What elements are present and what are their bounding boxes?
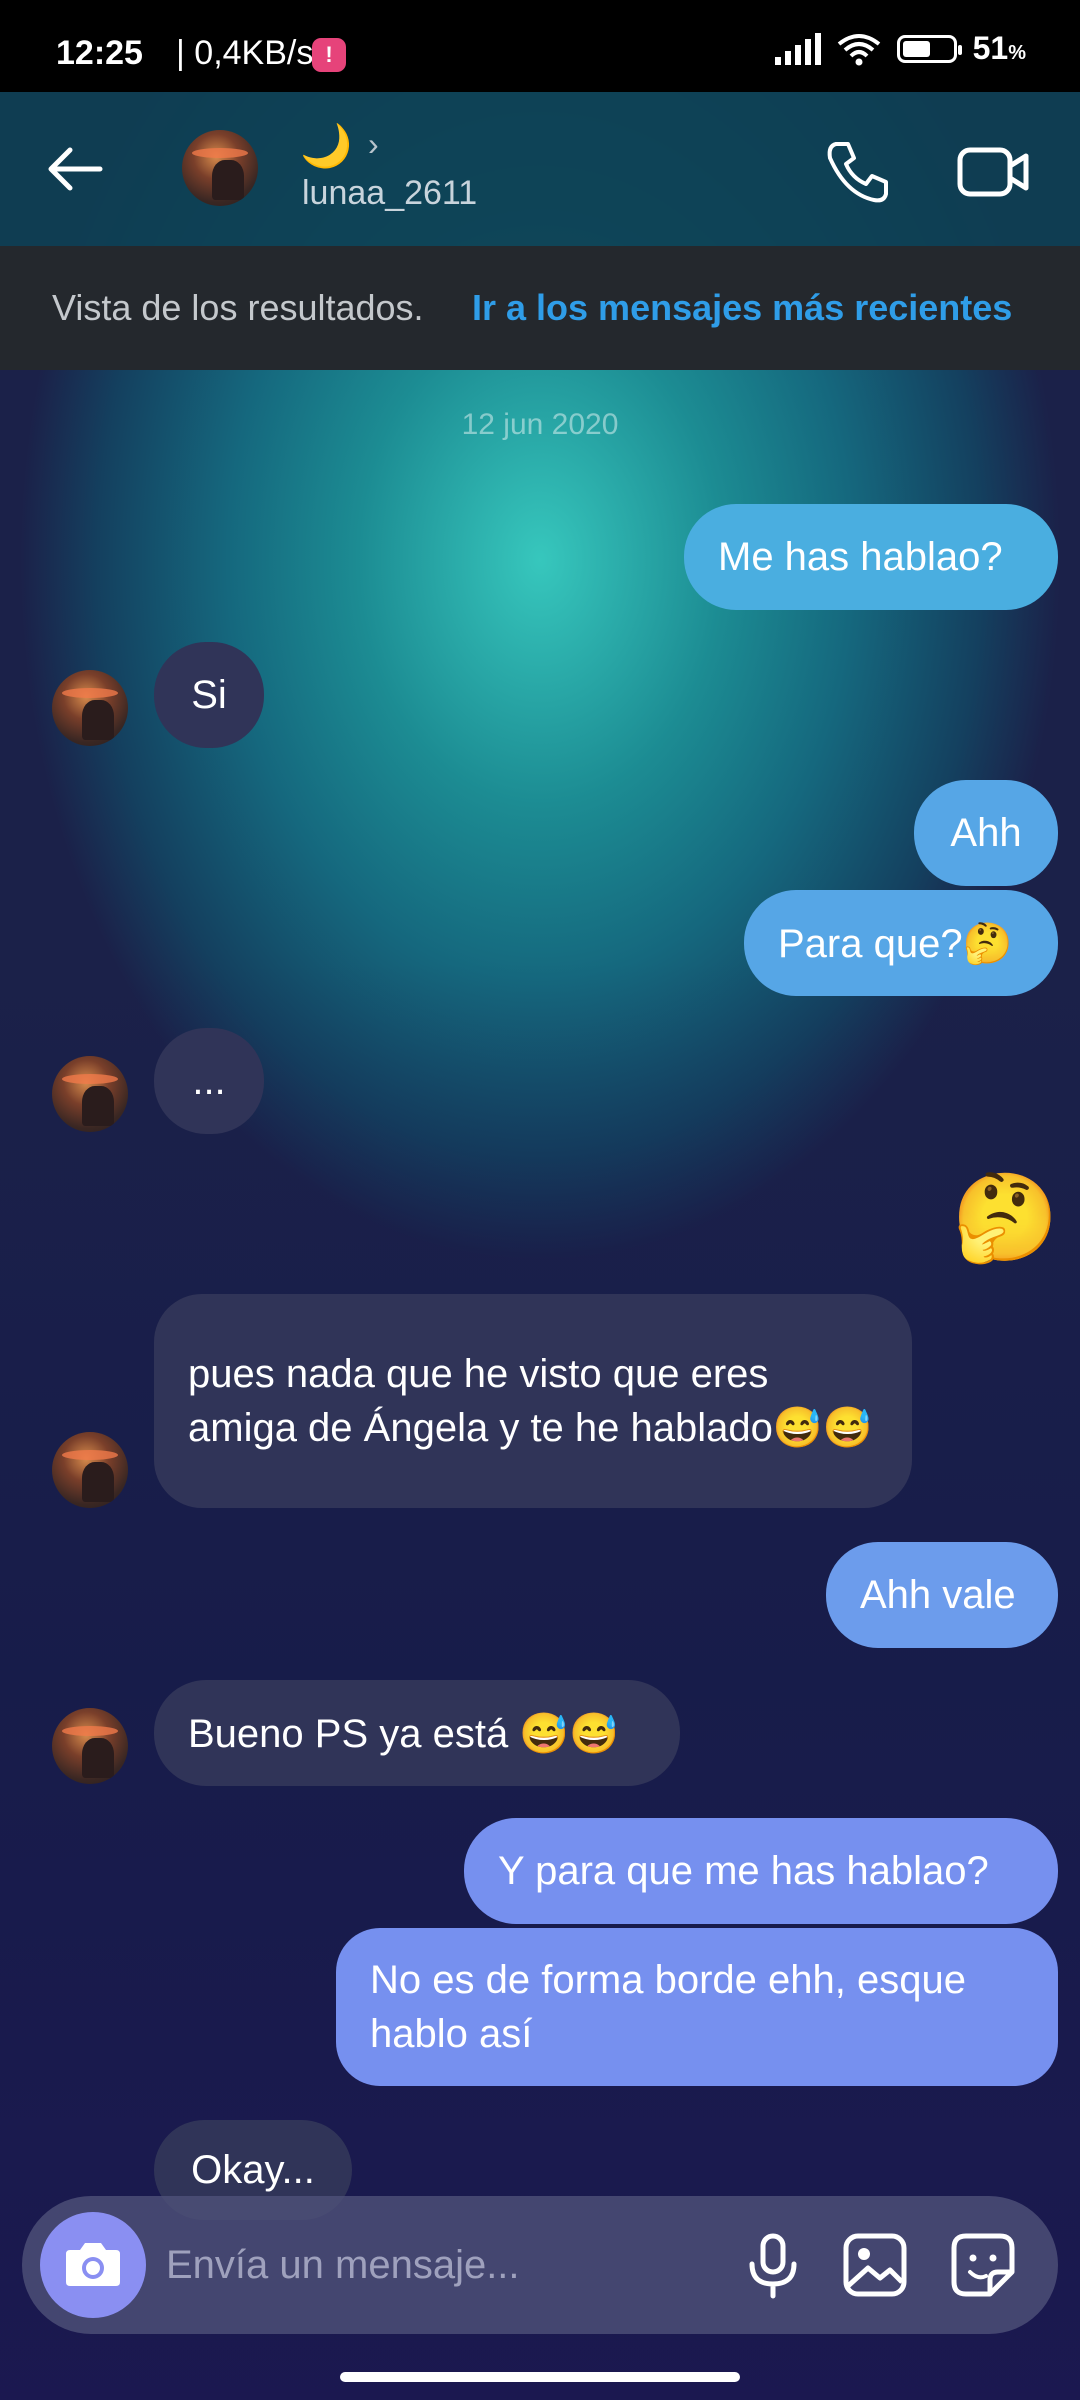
message-composer: Envía un mensaje... [22, 2196, 1058, 2334]
sender-avatar[interactable] [52, 1056, 128, 1132]
phone-icon[interactable] [822, 136, 892, 206]
status-time: 12:25 [56, 34, 143, 72]
message-bubble-sent[interactable]: No es de forma borde ehh, esque hablo as… [336, 1928, 1058, 2086]
video-call-icon[interactable] [954, 136, 1034, 206]
date-separator: 12 jun 2020 [461, 408, 619, 441]
status-right: 51% [774, 30, 1026, 67]
battery-icon [896, 34, 962, 63]
message-input[interactable]: Envía un mensaje... [166, 2196, 520, 2334]
contact-username[interactable]: lunaa_2611 [302, 174, 477, 213]
contact-avatar[interactable] [182, 130, 258, 206]
wifi-icon [837, 33, 880, 65]
message-bubble-received[interactable]: ... [154, 1028, 264, 1134]
message-bubble-sent[interactable]: Me has hablao? [684, 504, 1058, 610]
banner-text: Vista de los resultados. [52, 287, 424, 328]
message-bubble-received[interactable]: Bueno PS ya está 😅😅 [154, 1680, 680, 1786]
contact-display-name[interactable]: 🌙 [300, 122, 352, 171]
message-bubble-sent[interactable]: Ahh vale [826, 1542, 1058, 1648]
status-bar: 12:25 | 0,4KB/s ! 51% [0, 0, 1080, 92]
message-bubble-received[interactable]: pues nada que he visto que eres amiga de… [154, 1294, 912, 1508]
sender-avatar[interactable] [52, 670, 128, 746]
message-bubble-received[interactable]: Si [154, 642, 264, 748]
message-bubble-sent[interactable]: Para que?🤔 [744, 890, 1058, 996]
message-bubble-sent[interactable]: Y para que me has hablao? [464, 1818, 1058, 1924]
gallery-icon[interactable] [840, 2230, 910, 2300]
message-bubble-sent[interactable]: Ahh [914, 780, 1058, 886]
go-to-recent-link[interactable]: Ir a los mensajes más recientes [472, 246, 1012, 370]
chat-header: 🌙 › lunaa_2611 [0, 92, 1080, 246]
microphone-icon[interactable] [738, 2230, 808, 2300]
emoji-message-sent[interactable]: 🤔 [950, 1162, 1060, 1272]
battery-percent: 51% [972, 30, 1026, 66]
home-indicator[interactable] [340, 2372, 740, 2382]
sender-avatar[interactable] [52, 1708, 128, 1784]
camera-icon [66, 2243, 120, 2286]
network-speed: | 0,4KB/s [176, 34, 314, 72]
signal-icon [774, 32, 821, 65]
sender-avatar[interactable] [52, 1432, 128, 1508]
chevron-right-icon[interactable]: › [368, 126, 379, 163]
back-arrow-icon[interactable] [40, 134, 110, 204]
notification-app-icon: ! [312, 38, 346, 72]
sticker-icon[interactable] [948, 2230, 1018, 2300]
camera-button[interactable] [40, 2212, 146, 2318]
search-results-banner: Vista de los resultados. Ir a los mensaj… [0, 246, 1080, 370]
